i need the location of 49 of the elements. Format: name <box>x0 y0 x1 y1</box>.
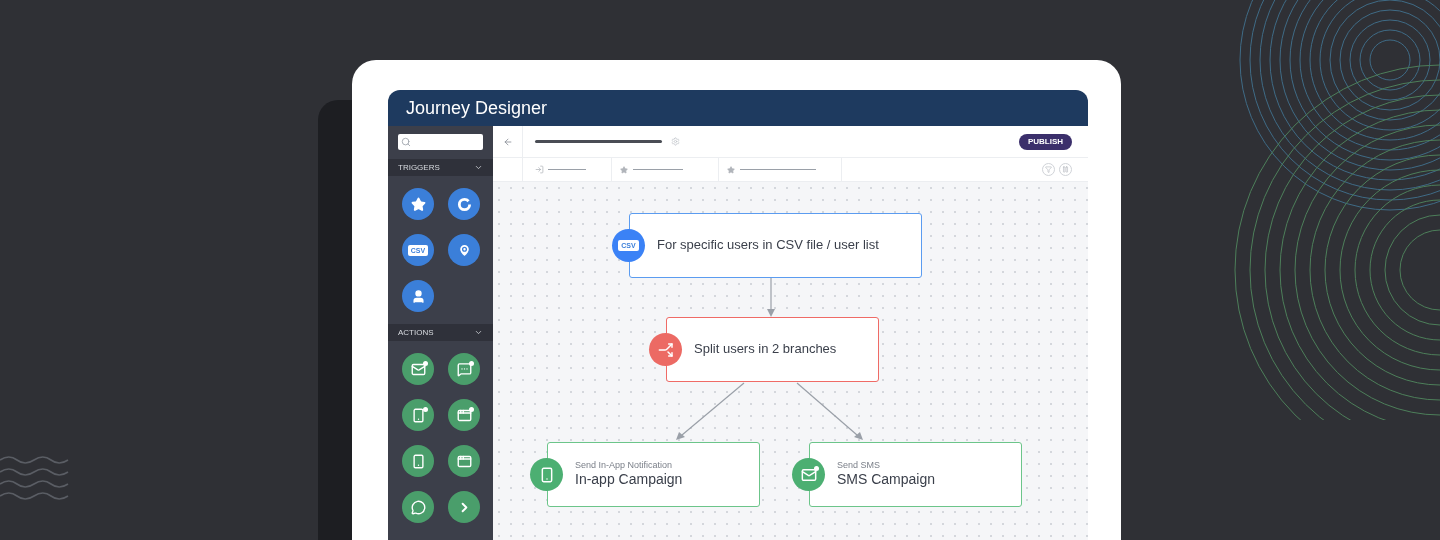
publish-button[interactable]: PUBLISH <box>1018 133 1072 150</box>
palette-item[interactable] <box>448 234 480 266</box>
entry-icon <box>535 165 544 174</box>
search-icon <box>401 137 411 147</box>
connector-arrow <box>676 382 745 440</box>
split-icon <box>657 341 674 358</box>
star-icon <box>727 165 735 174</box>
window-title: Journey Designer <box>406 96 548 120</box>
node-title: For specific users in CSV file / user list <box>657 237 880 254</box>
user-icon <box>410 288 426 304</box>
phone-icon <box>410 407 426 423</box>
node-title: Split users in 2 branches <box>694 341 838 358</box>
palette-item[interactable] <box>402 445 434 477</box>
ring-icon <box>456 196 472 212</box>
palette-item[interactable] <box>402 188 434 220</box>
chevron-down-icon <box>474 163 483 172</box>
connector-arrow <box>796 382 863 440</box>
palette-item[interactable] <box>402 353 434 385</box>
settings-icon <box>671 137 680 146</box>
palette-item[interactable] <box>402 399 434 431</box>
chat-bubble-icon <box>410 499 426 515</box>
node-subtitle: Send In-App Notification <box>575 460 674 472</box>
star-icon <box>410 196 426 212</box>
node-card[interactable]: Send In-App Notification In-app Campaign <box>547 442 760 507</box>
section-header[interactable]: TRIGGERS <box>388 159 493 176</box>
node-title: SMS Campaign <box>837 471 937 489</box>
node-card[interactable]: Send SMS SMS Campaign <box>809 442 1022 507</box>
search-field[interactable] <box>398 134 483 150</box>
phone-icon <box>410 453 426 469</box>
chat-icon <box>456 361 472 377</box>
palette-item[interactable] <box>402 280 434 312</box>
palette-item[interactable] <box>448 445 480 477</box>
mail-icon <box>410 361 426 377</box>
window-icon <box>456 453 472 469</box>
palette-item[interactable] <box>448 491 480 523</box>
palette-item[interactable] <box>448 399 480 431</box>
node-card[interactable]: Split users in 2 branches <box>666 317 879 382</box>
chevron-down-icon <box>474 328 483 337</box>
star-icon <box>620 165 628 174</box>
palette-item[interactable] <box>402 491 434 523</box>
window-icon <box>456 407 472 423</box>
section-header[interactable]: ACTIONS <box>388 324 493 341</box>
palette-item[interactable] <box>448 353 480 385</box>
mail-icon <box>800 466 817 483</box>
node-title: In-app Campaign <box>575 471 684 489</box>
back-arrow-icon <box>502 136 513 147</box>
node-subtitle: Send SMS <box>837 460 882 472</box>
palette-item[interactable] <box>448 188 480 220</box>
connector-arrow <box>767 277 775 317</box>
